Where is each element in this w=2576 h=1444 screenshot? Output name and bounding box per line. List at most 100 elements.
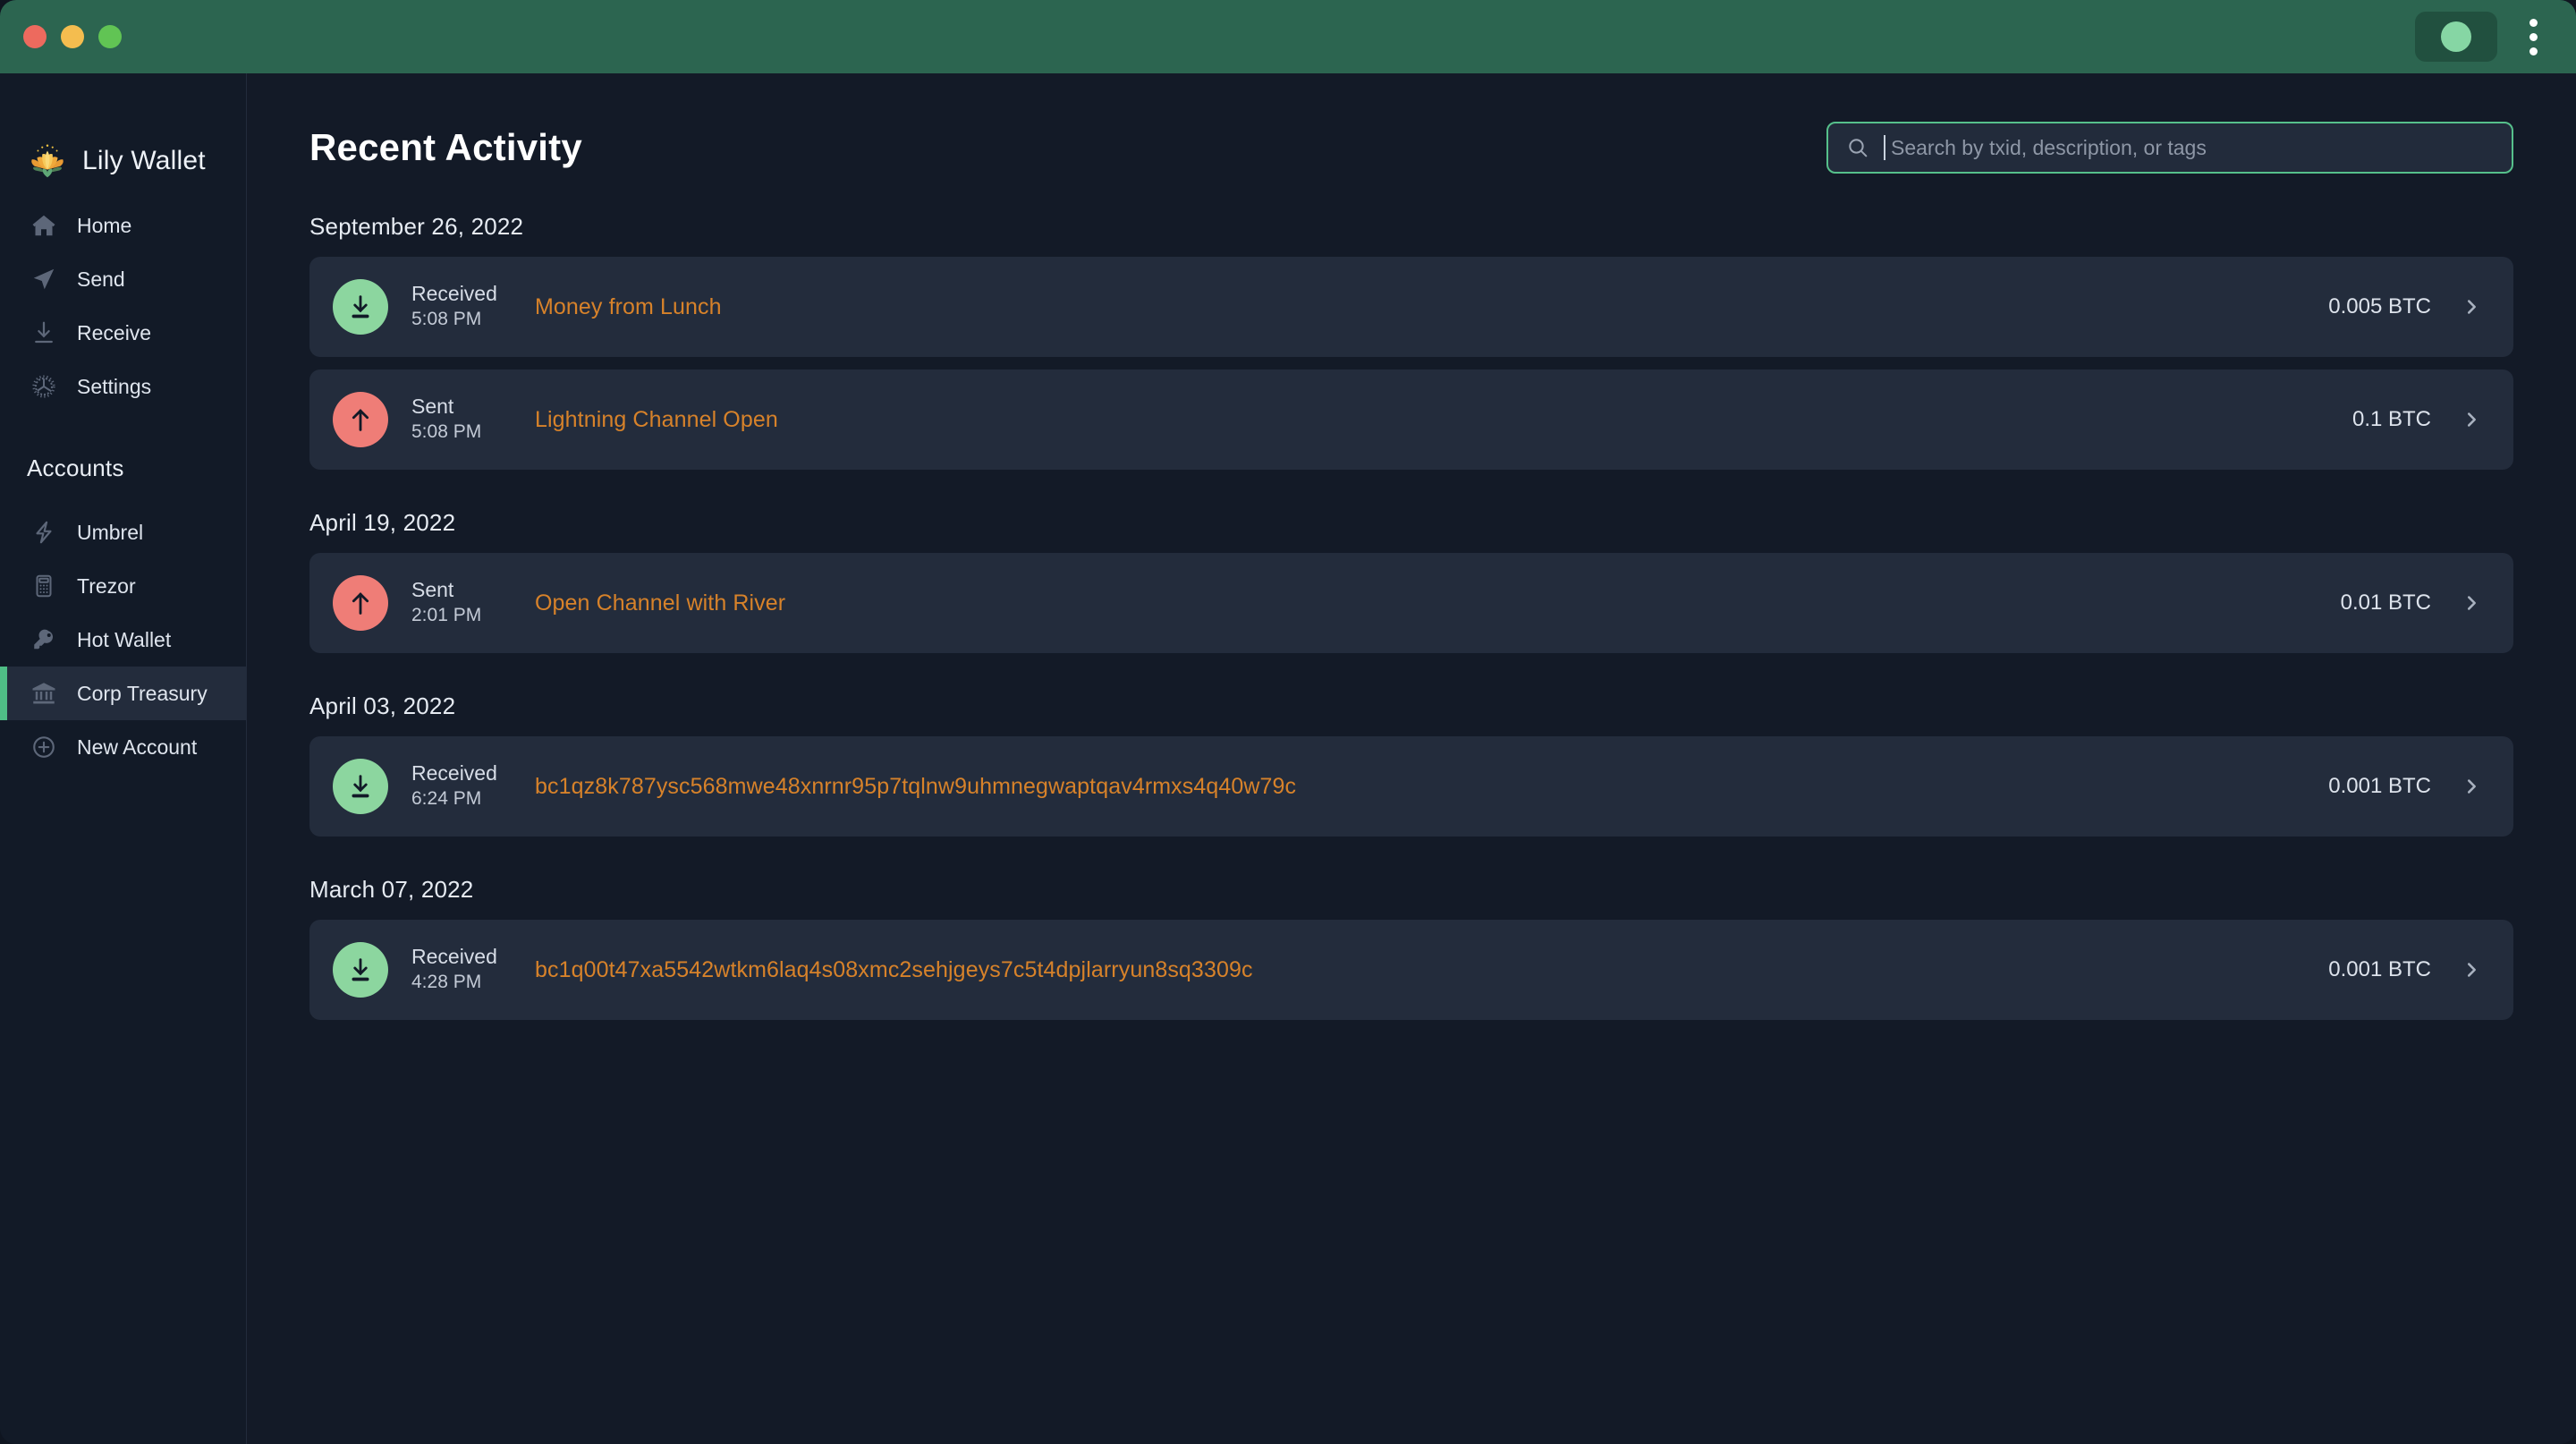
transaction-date-group: September 26, 2022 Received 5:08 PM Mone… [309, 213, 2513, 470]
search-input[interactable] [1891, 135, 2494, 160]
title-bar [0, 0, 2576, 73]
text-cursor [1884, 135, 1885, 160]
key-icon [30, 626, 57, 653]
main-header: Recent Activity [309, 73, 2513, 174]
kebab-dot [2529, 47, 2538, 55]
sidebar-item-label: Home [77, 213, 132, 237]
date-header: April 03, 2022 [309, 692, 456, 719]
arrow-down-to-line-icon [333, 279, 388, 335]
table-row[interactable]: Received 6:24 PM bc1qz8k787ysc568mwe48xn… [309, 736, 2513, 837]
main-content: Recent Activity September 26, 2022 [247, 73, 2576, 1444]
sidebar-item-label: Receive [77, 320, 152, 344]
app-window: Lily Wallet Home Send Receive Settings A… [0, 0, 2576, 1444]
chevron-right-icon[interactable] [2462, 775, 2481, 798]
close-window-button[interactable] [23, 25, 47, 48]
chevron-right-icon[interactable] [2462, 408, 2481, 431]
transaction-type: Received [411, 945, 497, 969]
transaction-date-group: March 07, 2022 Received 4:28 PM bc1q00t4… [309, 876, 2513, 1020]
transaction-meta: Sent 2:01 PM [411, 577, 512, 628]
transaction-meta: Received 6:24 PM [411, 760, 512, 811]
sidebar-item-label: Corp Treasury [77, 681, 208, 705]
sidebar-item-umbrel[interactable]: Umbrel [0, 505, 246, 559]
primary-nav: Home Send Receive Settings [0, 199, 246, 413]
transaction-description: bc1qz8k787ysc568mwe48xnrnr95p7tqlnw9uhmn… [535, 773, 1297, 799]
plus-circle-icon [30, 734, 57, 760]
home-icon [30, 212, 57, 239]
transaction-date-group: April 19, 2022 Sent 2:01 PM Open Channel… [309, 509, 2513, 653]
transaction-time: 4:28 PM [411, 972, 482, 993]
page-title: Recent Activity [309, 126, 582, 168]
sidebar-item-new-account[interactable]: New Account [0, 720, 246, 774]
gear-icon [30, 373, 57, 400]
brand-name: Lily Wallet [82, 146, 206, 175]
transaction-type: Received [411, 761, 497, 786]
sidebar-item-label: Send [77, 267, 125, 291]
minimize-window-button[interactable] [61, 25, 84, 48]
sidebar-item-hot-wallet[interactable]: Hot Wallet [0, 613, 246, 667]
transaction-meta: Sent 5:08 PM [411, 394, 512, 445]
sidebar-item-label: Umbrel [77, 520, 144, 544]
titlebar-right-controls [2415, 12, 2551, 62]
transaction-time: 5:08 PM [411, 309, 482, 330]
bank-icon [30, 680, 57, 707]
status-indicator-icon [2441, 21, 2471, 52]
sidebar-item-receive[interactable]: Receive [0, 306, 246, 360]
transaction-type: Sent [411, 578, 454, 602]
sidebar-item-label: New Account [77, 735, 198, 759]
send-icon [30, 266, 57, 293]
table-row[interactable]: Received 4:28 PM bc1q00t47xa5542wtkm6laq… [309, 920, 2513, 1020]
arrow-up-icon [333, 392, 388, 447]
transaction-type: Received [411, 282, 497, 306]
hardware-device-icon [30, 573, 57, 599]
date-header: March 07, 2022 [309, 876, 474, 903]
sidebar-item-label: Trezor [77, 573, 136, 598]
sidebar: Lily Wallet Home Send Receive Settings A… [0, 73, 247, 1444]
more-options-button[interactable] [2515, 12, 2551, 62]
lotus-icon [27, 140, 68, 182]
chevron-right-icon[interactable] [2462, 958, 2481, 981]
arrow-up-icon [333, 575, 388, 631]
table-row[interactable]: Sent 2:01 PM Open Channel with River 0.0… [309, 553, 2513, 653]
sidebar-item-label: Settings [77, 374, 152, 398]
date-header: September 26, 2022 [309, 213, 524, 240]
connection-status-button[interactable] [2415, 12, 2497, 62]
search-box[interactable] [1826, 122, 2513, 174]
transaction-date-group: April 03, 2022 Received 6:24 PM bc1qz8k7… [309, 692, 2513, 837]
table-row[interactable]: Sent 5:08 PM Lightning Channel Open 0.1 … [309, 369, 2513, 470]
sidebar-item-settings[interactable]: Settings [0, 360, 246, 413]
transaction-amount: 0.001 BTC [2328, 957, 2431, 981]
sidebar-item-label: Hot Wallet [77, 627, 172, 651]
sidebar-item-trezor[interactable]: Trezor [0, 559, 246, 613]
lightning-icon [30, 519, 57, 546]
sidebar-item-home[interactable]: Home [0, 199, 246, 252]
accounts-nav: Umbrel Trezor Hot Wallet Corp Treasury N… [0, 505, 246, 774]
receive-icon [30, 319, 57, 346]
transaction-amount: 0.001 BTC [2328, 774, 2431, 798]
sidebar-item-corp-treasury[interactable]: Corp Treasury [0, 667, 246, 720]
maximize-window-button[interactable] [98, 25, 122, 48]
transaction-description: bc1q00t47xa5542wtkm6laq4s08xmc2sehjgeys7… [535, 956, 1253, 982]
window-controls [23, 25, 122, 48]
accounts-section-title: Accounts [27, 454, 124, 481]
transaction-meta: Received 5:08 PM [411, 281, 512, 332]
transaction-type: Sent [411, 395, 454, 419]
transaction-list: September 26, 2022 Received 5:08 PM Mone… [309, 213, 2513, 1020]
transaction-description: Lightning Channel Open [535, 406, 778, 432]
transaction-amount: 0.01 BTC [2340, 590, 2431, 615]
arrow-down-to-line-icon [333, 942, 388, 998]
transaction-time: 6:24 PM [411, 788, 482, 810]
transaction-amount: 0.005 BTC [2328, 294, 2431, 319]
brand: Lily Wallet [0, 79, 246, 195]
kebab-dot [2529, 32, 2538, 41]
transaction-meta: Received 4:28 PM [411, 944, 512, 995]
table-row[interactable]: Received 5:08 PM Money from Lunch 0.005 … [309, 257, 2513, 357]
transaction-amount: 0.1 BTC [2351, 407, 2431, 431]
date-header: April 19, 2022 [309, 509, 456, 536]
search-icon [1846, 136, 1869, 159]
transaction-description: Open Channel with River [535, 590, 786, 616]
sidebar-item-send[interactable]: Send [0, 252, 246, 306]
chevron-right-icon[interactable] [2462, 591, 2481, 615]
transaction-time: 5:08 PM [411, 421, 482, 443]
transaction-time: 2:01 PM [411, 605, 482, 626]
chevron-right-icon[interactable] [2462, 295, 2481, 319]
